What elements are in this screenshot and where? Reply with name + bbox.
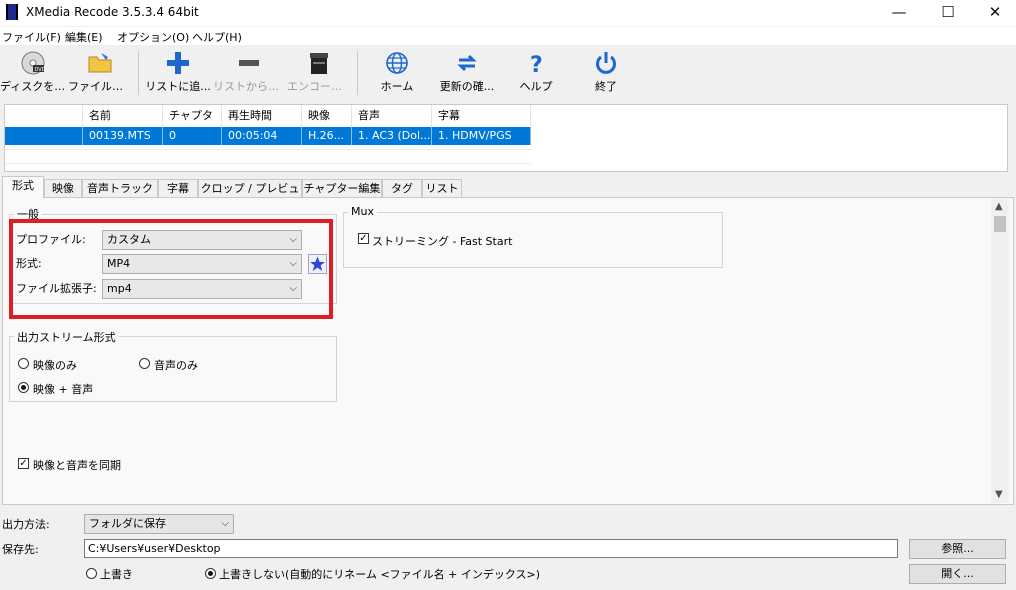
- encode-button[interactable]: エンコード(N): [287, 45, 351, 101]
- open-file-button[interactable]: ファイルを...: [68, 45, 132, 101]
- sync-av-label: 映像と音声を同期: [33, 459, 121, 472]
- power-icon: [596, 52, 616, 74]
- open-file-label: ファイルを...: [68, 80, 132, 93]
- open-disc-button[interactable]: DVD ディスクを開く: [0, 45, 66, 101]
- no-overwrite-label: 上書きしない(自動的にリネーム <ファイル名 + インデックス>): [219, 568, 541, 581]
- menu-bar: ファイル(F) 編集(E) オプション(O) ヘルプ(H): [0, 27, 1016, 45]
- minimize-button[interactable]: —: [876, 0, 922, 26]
- table-cell-duration: 00:05:04: [222, 127, 302, 145]
- column-header-video[interactable]: 映像: [302, 105, 352, 127]
- close-button[interactable]: ✕: [972, 0, 1016, 26]
- scroll-down-icon[interactable]: ▼: [995, 489, 1003, 500]
- tab-audio-track[interactable]: 音声トラック 1: [82, 179, 158, 213]
- toolbar-separator: [138, 51, 139, 95]
- column-header-duration[interactable]: 再生時間: [222, 105, 302, 127]
- maximize-button[interactable]: ☐: [925, 0, 971, 26]
- check-update-button[interactable]: 更新の確...: [433, 45, 501, 101]
- table-cell-name: 00139.MTS: [83, 127, 163, 145]
- output-stream-group-title: 出力ストリーム形式: [14, 329, 119, 345]
- app-film-icon: [6, 4, 18, 20]
- menu-edit[interactable]: 編集(E): [65, 29, 103, 45]
- title-bar: XMedia Recode 3.5.3.4 64bit — ☐ ✕: [0, 0, 1016, 26]
- remove-from-list-button[interactable]: リストから除...: [213, 45, 285, 101]
- table-cell-audio: 1. AC3 (Dol...: [352, 127, 432, 145]
- mux-group-title: Mux: [348, 205, 377, 218]
- audio-only-radio[interactable]: [139, 358, 150, 369]
- output-method-select-value: フォルダに保存: [89, 517, 166, 530]
- tab-subtitle[interactable]: 字幕: [158, 179, 198, 197]
- svg-text:DVD: DVD: [35, 67, 46, 73]
- table-cell-subtitle: 1. HDMV/PGS: [432, 127, 531, 145]
- save-to-label: 保存先:: [2, 543, 39, 556]
- column-header[interactable]: [5, 105, 83, 127]
- menu-help[interactable]: ヘルプ(H): [192, 29, 242, 45]
- tab-crop-preview[interactable]: クロップ / プレビュー: [198, 179, 302, 213]
- no-overwrite-radio[interactable]: [205, 568, 216, 579]
- toolbar: DVD ディスクを開く ファイルを... リストに追... リストから除... …: [0, 45, 1016, 103]
- globe-icon: [386, 52, 408, 74]
- plus-icon: [167, 52, 189, 74]
- scroll-up-icon[interactable]: ▲: [995, 201, 1003, 212]
- menu-file[interactable]: ファイル(F): [2, 29, 61, 45]
- tab-list[interactable]: リスト: [422, 179, 462, 197]
- overwrite-label: 上書き: [100, 568, 133, 581]
- window-title: XMedia Recode 3.5.3.4 64bit: [26, 5, 199, 19]
- grid-line: [5, 163, 531, 164]
- remove-from-list-label: リストから除...: [213, 80, 285, 93]
- dvd-disc-icon: DVD: [21, 51, 46, 75]
- vertical-scrollbar[interactable]: ▲ ▼: [991, 199, 1009, 503]
- tab-chapter-edit[interactable]: チャプター編集: [302, 179, 382, 197]
- browse-button[interactable]: 参照...: [909, 539, 1006, 559]
- toolbar-separator: [357, 51, 358, 95]
- tab-video[interactable]: 映像: [44, 179, 82, 197]
- video-only-label: 映像のみ: [33, 359, 77, 372]
- question-icon: ?: [530, 53, 543, 76]
- svg-text:?: ?: [530, 53, 543, 76]
- output-method-label: 出力方法:: [2, 518, 50, 531]
- refresh-icon: [457, 54, 477, 72]
- table-cell-video: H.26...: [302, 127, 352, 145]
- video-audio-label: 映像 + 音声: [33, 383, 94, 396]
- sync-av-checkbox[interactable]: ✓: [18, 458, 29, 469]
- column-header-name[interactable]: 名前: [83, 105, 163, 127]
- table-cell-chapter: 0: [163, 127, 222, 145]
- quit-label: 終了: [595, 80, 617, 93]
- scrollbar-thumb[interactable]: [994, 216, 1006, 232]
- add-to-list-button[interactable]: リストに追...: [145, 45, 211, 101]
- chevron-down-icon: ⌵: [221, 518, 229, 529]
- folder-icon: [88, 53, 112, 73]
- video-audio-radio[interactable]: [18, 382, 29, 393]
- open-disc-label: ディスクを開く: [0, 80, 66, 93]
- file-list-table[interactable]: 名前 チャプター 再生時間 映像 音声 字幕 00139.MTS 0 00:05…: [4, 104, 1008, 172]
- check-update-label: 更新の確...: [439, 80, 495, 93]
- streaming-checkbox-label: ストリーミング - Fast Start: [372, 235, 513, 248]
- quit-button[interactable]: 終了: [576, 45, 636, 101]
- clapperboard-icon: [310, 53, 328, 74]
- open-folder-button[interactable]: 開く...: [909, 564, 1006, 584]
- column-header-chapter[interactable]: チャプター: [163, 105, 222, 144]
- help-label: ヘルプ: [519, 80, 553, 93]
- streaming-checkbox[interactable]: ✓: [358, 233, 369, 244]
- audio-only-label: 音声のみ: [154, 359, 198, 372]
- table-cell: [5, 127, 83, 145]
- tab-tag[interactable]: タグ: [382, 179, 422, 197]
- tab-format[interactable]: 形式: [2, 176, 44, 198]
- column-header-audio[interactable]: 音声: [352, 105, 432, 127]
- minus-icon: [239, 60, 259, 66]
- home-label: ホーム: [380, 80, 414, 93]
- column-header-subtitle[interactable]: 字幕: [432, 105, 531, 127]
- grid-line: [5, 149, 531, 150]
- save-path-input[interactable]: C:¥Users¥user¥Desktop: [84, 539, 898, 558]
- menu-options[interactable]: オプション(O): [117, 29, 189, 45]
- overwrite-radio[interactable]: [86, 568, 97, 579]
- help-button[interactable]: ? ヘルプ: [506, 45, 566, 101]
- video-only-radio[interactable]: [18, 358, 29, 369]
- output-method-select[interactable]: フォルダに保存 ⌵: [84, 514, 234, 534]
- home-button[interactable]: ホーム: [365, 45, 429, 101]
- add-to-list-label: リストに追...: [145, 80, 211, 93]
- encode-label: エンコード(N): [287, 80, 351, 93]
- highlight-annotation-box: [9, 219, 333, 319]
